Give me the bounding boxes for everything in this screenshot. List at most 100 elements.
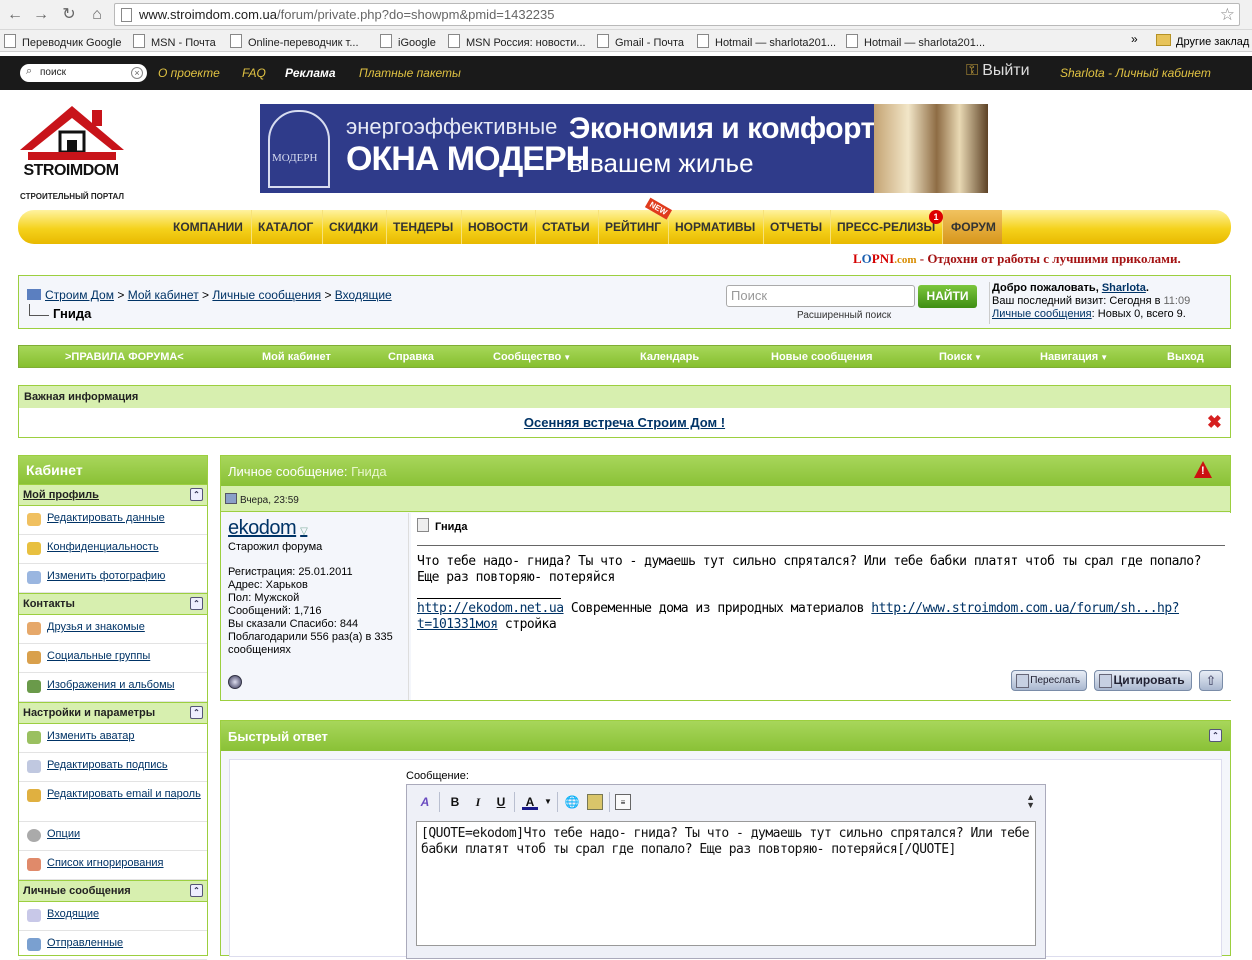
sidebar-item-groups[interactable]: Социальные группы — [19, 644, 207, 673]
message-textarea[interactable]: [QUOTE=ekodom]Что тебе надо- гнида? Ты ч… — [416, 821, 1036, 946]
address-bar[interactable]: www.stroimdom.com.ua/forum/private.php?d… — [114, 3, 1240, 26]
breadcrumb-sep: > — [202, 288, 210, 302]
nav-articles[interactable]: СТАТЬИ — [535, 210, 596, 244]
insert-image-icon[interactable] — [587, 794, 603, 810]
site-logo[interactable]: STROIMDOM СТРОИТЕЛЬНЫЙ ПОРТАЛ — [16, 104, 128, 204]
bookmark-item[interactable]: MSN - Почта — [133, 34, 216, 49]
top-link-faq[interactable]: FAQ — [242, 66, 266, 80]
collapse-icon[interactable]: ⌃ — [1209, 729, 1222, 742]
bookmark-item[interactable]: Hotmail — sharlota201... — [846, 34, 985, 49]
forumnav-community[interactable]: Сообщество ▼ — [493, 346, 571, 369]
breadcrumb-cabinet[interactable]: Мой кабинет — [128, 288, 199, 302]
sidebar-item-friends[interactable]: Друзья и знакомые — [19, 615, 207, 644]
nav-companies[interactable]: КОМПАНИИ — [167, 210, 249, 244]
nav-rating[interactable]: РЕЙТИНГ — [598, 210, 667, 244]
welcome-box: Добро пожаловать, Sharlota. Ваш последни… — [989, 282, 1190, 324]
logout-link[interactable]: ⚿ Выйти — [966, 62, 1030, 80]
bookmark-item[interactable]: Hotmail — sharlota201... — [697, 34, 836, 49]
home-icon[interactable]: ⌂ — [86, 4, 108, 26]
forumnav-help[interactable]: Справка — [388, 346, 434, 369]
collapse-icon[interactable]: ⌃ — [190, 488, 203, 501]
forum-home-icon[interactable] — [27, 289, 41, 300]
breadcrumb-inbox[interactable]: Входящие — [335, 288, 392, 302]
signature-link[interactable]: http://ekodom.net.ua — [417, 601, 564, 616]
nav-catalog[interactable]: КАТАЛОГ — [251, 210, 319, 244]
sidebar-item-options[interactable]: Опции — [19, 822, 207, 851]
italic-button[interactable]: I — [470, 794, 486, 810]
top-link-packages[interactable]: Платные пакеты — [359, 66, 461, 80]
forumnav-calendar[interactable]: Календарь — [640, 346, 699, 369]
bookmark-item[interactable]: Online-переводчик т... — [230, 34, 359, 49]
forum-search-input[interactable]: Поиск — [726, 285, 915, 307]
sidebar-item-privacy[interactable]: Конфиденциальность — [19, 535, 207, 564]
collapse-icon[interactable]: ⌃ — [190, 706, 203, 719]
nav-norms[interactable]: НОРМАТИВЫ — [668, 210, 761, 244]
chevron-down-icon[interactable]: ▼ — [540, 794, 556, 810]
bookmark-item[interactable]: MSN Россия: новости... — [448, 34, 586, 49]
bookmark-item[interactable]: Gmail - Почта — [597, 34, 684, 49]
author-name[interactable]: ekodom ▽ — [228, 517, 402, 540]
forumnav-logout[interactable]: Выход — [1167, 346, 1204, 369]
scroll-top-icon[interactable]: ⇧ — [1199, 670, 1223, 691]
forumnav-search[interactable]: Поиск ▼ — [939, 346, 982, 369]
sidebar-item-ignore[interactable]: Список игнорирования — [19, 851, 207, 880]
nav-tenders[interactable]: ТЕНДЕРЫ — [386, 210, 459, 244]
author-info-line: Вы сказали Спасибо: 844 — [228, 618, 359, 630]
bookmarks-more-icon[interactable]: » — [1131, 32, 1138, 46]
key-icon — [27, 542, 41, 555]
top-link-about[interactable]: О проекте — [158, 66, 220, 80]
text-color-button[interactable]: A — [522, 794, 538, 810]
nav-forum[interactable]: ФОРУМ — [942, 210, 1002, 244]
cabinet-link[interactable]: Sharlota - Личный кабинет — [1060, 66, 1211, 80]
banner-brand-logo: МОДЕРН — [268, 110, 330, 188]
other-bookmarks-folder[interactable]: Другие заклад — [1156, 34, 1249, 48]
back-icon[interactable]: ← — [4, 4, 26, 26]
remove-format-icon[interactable]: A — [417, 794, 433, 810]
sidebar-item-signature[interactable]: Редактировать подпись — [19, 753, 207, 782]
resize-icon[interactable]: ▲ ▼ — [1026, 793, 1035, 810]
username-link[interactable]: Sharlota — [1102, 282, 1146, 294]
advanced-search-link[interactable]: Расширенный поиск — [797, 310, 891, 321]
sidebar-item-albums[interactable]: Изображения и альбомы — [19, 673, 207, 702]
quote-button[interactable]: Цитировать — [1094, 670, 1192, 691]
nav-news[interactable]: НОВОСТИ — [461, 210, 534, 244]
sidebar-item-inbox[interactable]: Входящие — [19, 902, 207, 931]
sidebar-section-profile[interactable]: Мой профиль ⌃ — [19, 484, 207, 506]
bookmark-star-icon[interactable]: ☆ — [1220, 5, 1235, 25]
nav-reports[interactable]: ОТЧЕТЫ — [763, 210, 828, 244]
underline-button[interactable]: U — [493, 794, 509, 810]
insert-link-icon[interactable]: 🌐 — [564, 794, 580, 810]
forumnav-new-posts[interactable]: Новые сообщения — [771, 346, 873, 369]
forward-icon[interactable]: → — [30, 4, 52, 26]
close-icon[interactable]: ✖ — [1207, 412, 1222, 433]
nav-discounts[interactable]: СКИДКИ — [322, 210, 384, 244]
ad-banner[interactable]: МОДЕРН энергоэффективные ОКНА МОДЕРН Эко… — [260, 104, 988, 193]
sidebar-item-photo[interactable]: Изменить фотографию — [19, 564, 207, 593]
forumnav-navigation[interactable]: Навигация ▼ — [1040, 346, 1108, 369]
insert-quote-icon[interactable]: ≡ — [615, 794, 631, 810]
bookmark-item[interactable]: iGoogle — [380, 34, 436, 49]
sidebar-item-email-password[interactable]: Редактировать email и пароль — [19, 782, 207, 822]
promo-line[interactable]: LOPNI.com - Отдохни от работы с лучшими … — [853, 251, 1181, 267]
nav-press[interactable]: ПРЕСС-РЕЛИЗЫ — [830, 210, 941, 244]
sidebar-item-avatar[interactable]: Изменить аватар — [19, 724, 207, 753]
collapse-icon[interactable]: ⌃ — [190, 884, 203, 897]
breadcrumb-pm[interactable]: Личные сообщения — [212, 288, 321, 302]
bookmark-item[interactable]: Переводчик Google — [4, 34, 122, 49]
report-warning-icon[interactable]: ! — [1194, 461, 1212, 478]
bold-button[interactable]: B — [447, 794, 463, 810]
reload-icon[interactable]: ↻ — [58, 4, 80, 26]
message-text: Что тебе надо- гнида? Ты что - думаешь т… — [417, 554, 1201, 585]
forward-button[interactable]: Переслать — [1011, 670, 1088, 691]
sidebar-item-edit-data[interactable]: Редактировать данные — [19, 506, 207, 535]
forumnav-rules[interactable]: >ПРАВИЛА ФОРУМА< — [65, 346, 184, 369]
breadcrumb-home[interactable]: Строим Дом — [45, 288, 114, 302]
top-link-ads[interactable]: Реклама — [285, 66, 336, 80]
pm-link[interactable]: Личные сообщения — [992, 308, 1092, 320]
search-button[interactable]: НАЙТИ — [918, 285, 977, 308]
clear-search-icon[interactable]: × — [131, 67, 143, 79]
announcement-link[interactable]: Осенняя встреча Строим Дом ! — [524, 415, 725, 430]
top-search-input[interactable]: ⌕ поиск × — [20, 64, 147, 82]
collapse-icon[interactable]: ⌃ — [190, 597, 203, 610]
forumnav-cabinet[interactable]: Мой кабинет — [262, 346, 331, 369]
